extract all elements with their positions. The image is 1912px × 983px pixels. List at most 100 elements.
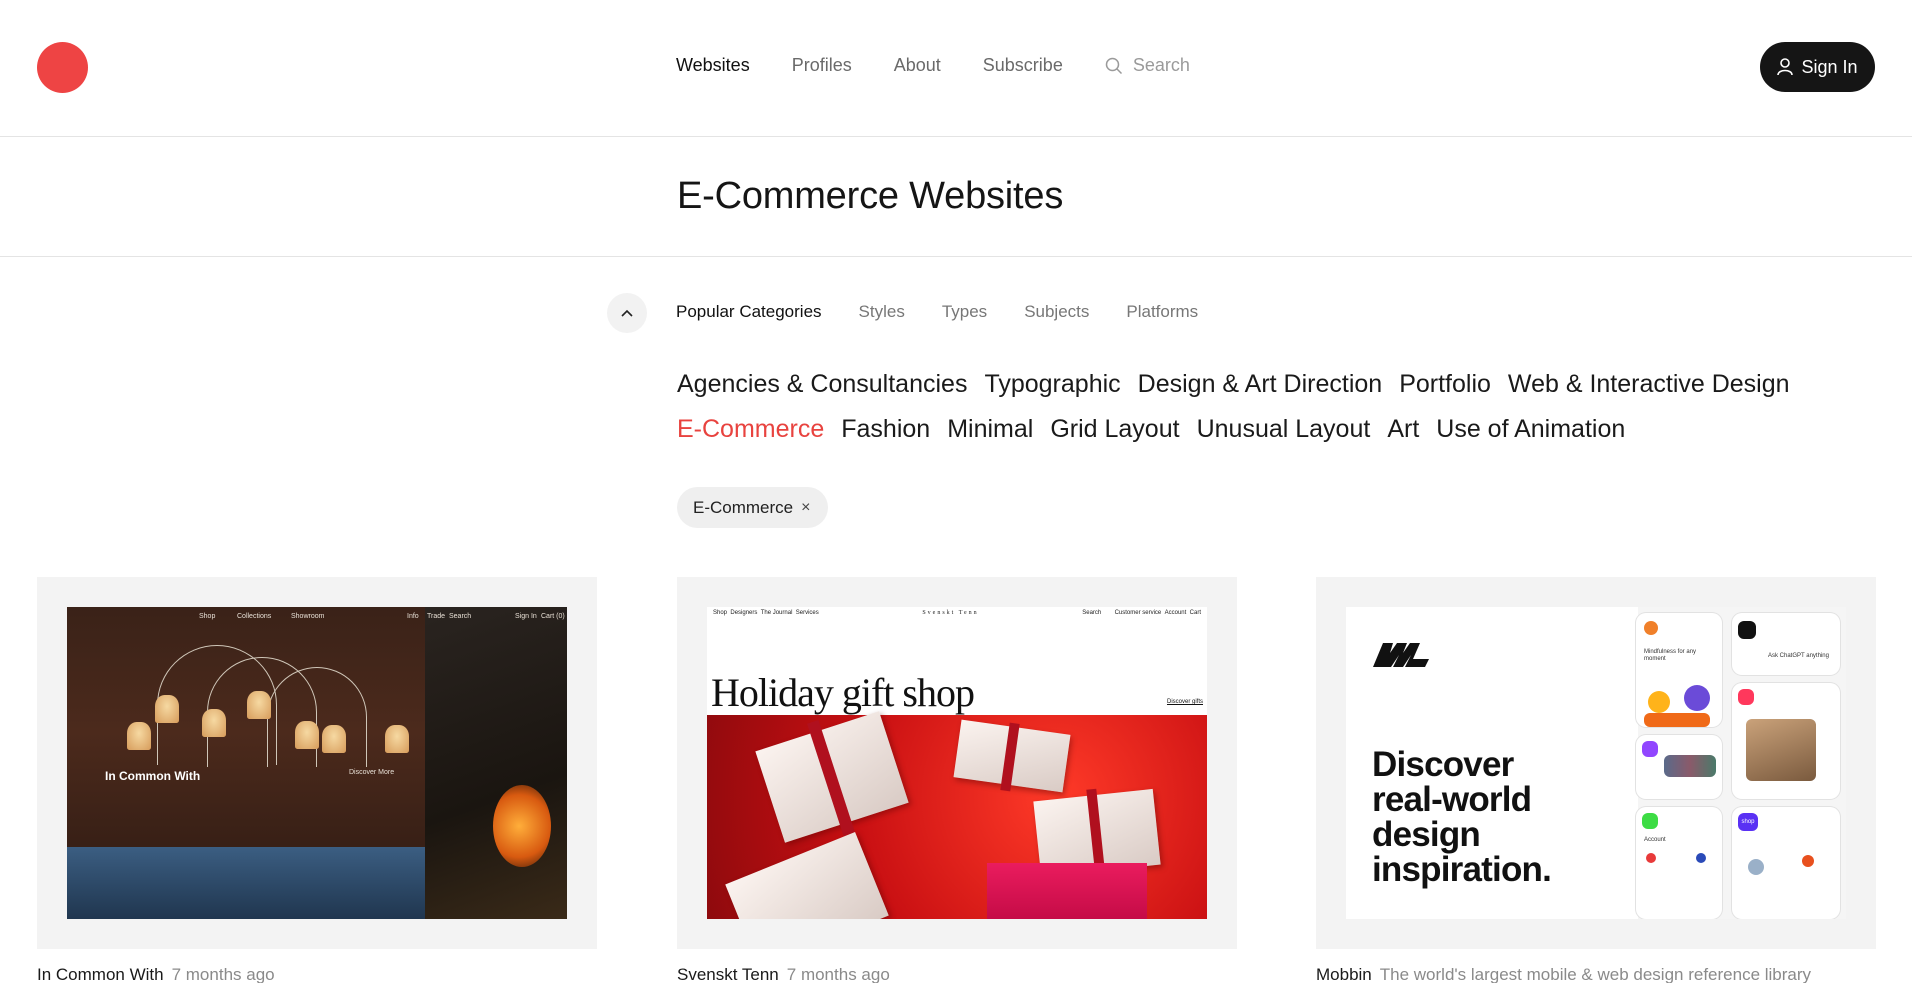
screenshot-nav-item: Sign In — [515, 613, 537, 620]
screenshot-nav-item: Customer service — [1114, 610, 1162, 616]
chevron-up-icon — [621, 309, 633, 317]
screenshot-lamp-glow — [493, 785, 551, 867]
lamp-shade — [127, 722, 151, 750]
stream-thumbnails — [1664, 755, 1716, 777]
card-subtitle: The world's largest mobile & web design … — [1379, 965, 1812, 983]
main-nav: Websites Profiles About Subscribe Search — [676, 55, 1190, 76]
screenshot-nav-item: Account — [1164, 610, 1187, 616]
site-card[interactable]: Shop Designers The Journal Services Sven… — [677, 577, 1237, 949]
tab-styles[interactable]: Styles — [859, 302, 905, 322]
screenshot-nav-item: Designers — [730, 610, 758, 616]
lamp-shade — [202, 709, 226, 737]
gift-box — [725, 832, 889, 919]
screenshot-nav-item: Search — [449, 613, 472, 620]
screenshot-nav-item: Trade — [427, 613, 446, 620]
screenshot-nav-item: Collections — [237, 613, 272, 620]
lamp-shade — [295, 721, 319, 749]
search-field[interactable]: Search — [1105, 55, 1190, 76]
screenshot-table — [67, 847, 425, 919]
product-thumb — [1802, 855, 1814, 867]
phone-mockup: shop — [1732, 807, 1840, 919]
screenshot-brand: In Common With — [105, 769, 201, 783]
lamp-shade — [322, 725, 346, 753]
phone-text: Account — [1644, 837, 1666, 843]
phone-mockup — [1636, 735, 1722, 799]
filter-tabs: Popular Categories Styles Types Subjects… — [676, 302, 1235, 322]
screenshot-nav-item: Showroom — [291, 613, 325, 620]
site-screenshot: Discover real-world design inspiration. … — [1346, 607, 1846, 919]
phone-mockup — [1732, 683, 1840, 799]
remove-filter-icon[interactable]: × — [801, 499, 810, 517]
category-web-interactive[interactable]: Web & Interactive Design — [1508, 362, 1790, 407]
collapse-filters-button[interactable] — [607, 293, 647, 333]
site-logo[interactable] — [37, 42, 88, 93]
category-minimal[interactable]: Minimal — [947, 407, 1033, 452]
mobbin-logo-icon — [1373, 643, 1429, 667]
sign-in-label: Sign In — [1801, 56, 1858, 77]
screenshot-nav-group: Shop Designers The Journal Services — [713, 610, 819, 616]
phone-mockup: Ask ChatGPT anything — [1732, 613, 1840, 675]
title-band: E-Commerce Websites — [0, 137, 1912, 257]
category-portfolio[interactable]: Portfolio — [1399, 362, 1491, 407]
screenshot-headline: Discover real-world design inspiration. — [1372, 745, 1552, 889]
nav-subscribe[interactable]: Subscribe — [983, 55, 1063, 76]
site-card[interactable]: Discover real-world design inspiration. … — [1316, 577, 1876, 949]
lamp-shade — [385, 725, 409, 753]
category-e-commerce[interactable]: E-Commerce — [677, 407, 824, 452]
screenshot-hero: Discover real-world design inspiration. — [1346, 607, 1638, 919]
phone-text: Mindfulness for any moment — [1644, 649, 1697, 662]
lamp-arm — [267, 667, 367, 767]
active-filter-chip[interactable]: E-Commerce × — [677, 487, 829, 528]
tab-platforms[interactable]: Platforms — [1126, 302, 1198, 322]
category-design-art-direction[interactable]: Design & Art Direction — [1138, 362, 1383, 407]
shop-app-icon: shop — [1738, 813, 1758, 831]
category-unusual-layout[interactable]: Unusual Layout — [1197, 407, 1371, 452]
category-agencies[interactable]: Agencies & Consultancies — [677, 362, 967, 407]
card-title[interactable]: Svenskt Tenn — [677, 965, 779, 983]
category-art[interactable]: Art — [1387, 407, 1419, 452]
card-meta: Svenskt Tenn 7 months ago — [677, 965, 890, 983]
nav-profiles[interactable]: Profiles — [792, 55, 852, 76]
headline-line: real-world — [1372, 780, 1532, 819]
card-title[interactable]: Mobbin — [1316, 965, 1372, 983]
nav-websites[interactable]: Websites — [676, 55, 750, 76]
site-card[interactable]: Shop Collections Showroom Info Trade Sea… — [37, 577, 597, 949]
gift-bag — [987, 863, 1147, 919]
nav-about[interactable]: About — [894, 55, 941, 76]
screenshot-nav-item: Cart — [1189, 610, 1201, 616]
illustration-shape — [1648, 691, 1670, 713]
category-list: Agencies & Consultancies Typographic Desig… — [677, 362, 1837, 452]
screenshot-logo: Svenskt Tenn — [922, 610, 979, 616]
illustration-shape — [1684, 685, 1710, 711]
app-icon — [1644, 621, 1658, 635]
card-title[interactable]: In Common With — [37, 965, 164, 983]
search-icon — [1105, 57, 1122, 74]
screenshot-nav-item: Shop — [199, 613, 216, 620]
category-typographic[interactable]: Typographic — [984, 362, 1120, 407]
flag-icon — [1696, 853, 1706, 863]
card-meta: In Common With 7 months ago — [37, 965, 275, 983]
lamp-shade — [155, 695, 179, 723]
sign-in-button[interactable]: Sign In — [1760, 42, 1875, 92]
screenshot-nav-group: Search Customer service Account Cart — [1082, 610, 1201, 616]
chip-label: E-Commerce — [693, 497, 794, 517]
screenshot-nav-item: Cart (0) — [541, 613, 565, 620]
screenshot-nav-item: The Journal — [760, 610, 793, 616]
search-placeholder: Search — [1132, 55, 1190, 75]
category-fashion[interactable]: Fashion — [841, 407, 930, 452]
product-thumb — [1748, 859, 1764, 875]
twitch-icon — [1642, 741, 1658, 757]
tab-popular-categories[interactable]: Popular Categories — [676, 302, 822, 322]
headline-line: inspiration. — [1372, 850, 1552, 889]
site-header: Websites Profiles About Subscribe Search… — [0, 0, 1912, 137]
headline-line: Discover — [1372, 745, 1514, 784]
category-grid-layout[interactable]: Grid Layout — [1050, 407, 1179, 452]
screenshot-link: Discover gifts — [1166, 699, 1203, 705]
tab-subjects[interactable]: Subjects — [1024, 302, 1089, 322]
chatgpt-icon — [1738, 621, 1756, 639]
phone-mockup: Mindfulness for any moment — [1636, 613, 1722, 727]
screenshot-headline: Holiday gift shop — [711, 670, 975, 715]
category-use-of-animation[interactable]: Use of Animation — [1436, 407, 1625, 452]
user-icon — [1777, 58, 1794, 76]
tab-types[interactable]: Types — [942, 302, 987, 322]
